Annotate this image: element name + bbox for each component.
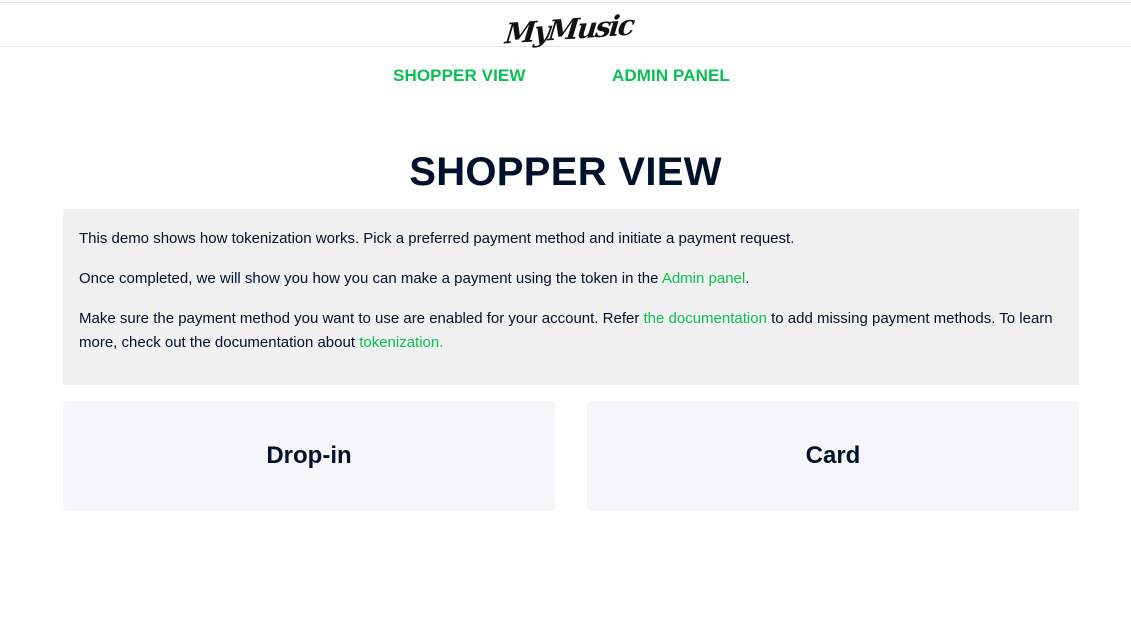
tokenization-link[interactable]: tokenization. — [359, 334, 443, 351]
info-paragraph-1: This demo shows how tokenization works. … — [79, 227, 1063, 251]
card-option-label: Card — [805, 442, 861, 469]
admin-panel-link[interactable]: Admin panel — [662, 270, 745, 287]
info-paragraph-3: Make sure the payment method you want to… — [79, 307, 1063, 355]
info-panel: This demo shows how tokenization works. … — [63, 209, 1079, 385]
logo-text: MyMusic — [503, 8, 635, 51]
info-paragraph-2: Once completed, we will show you how you… — [79, 267, 1063, 291]
info-text-2b: . — [745, 270, 750, 287]
dropin-option-card[interactable]: Drop-in — [63, 401, 555, 511]
page-title: SHOPPER VIEW — [409, 150, 722, 194]
card-option-card[interactable]: Card — [587, 401, 1079, 511]
info-text-3a: Make sure the payment method you want to… — [79, 310, 644, 327]
info-text-1: This demo shows how tokenization works. … — [79, 230, 795, 247]
info-text-2a: Once completed, we will show you how you… — [79, 270, 662, 287]
dropin-option-label: Drop-in — [266, 442, 352, 469]
logo[interactable]: MyMusic — [503, 8, 634, 62]
main-nav: SHOPPER VIEW ADMIN PANEL — [0, 66, 1131, 88]
nav-admin-panel[interactable]: ADMIN PANEL — [612, 66, 730, 86]
nav-shopper-view[interactable]: SHOPPER VIEW — [393, 66, 526, 86]
documentation-link[interactable]: the documentation — [644, 310, 767, 327]
